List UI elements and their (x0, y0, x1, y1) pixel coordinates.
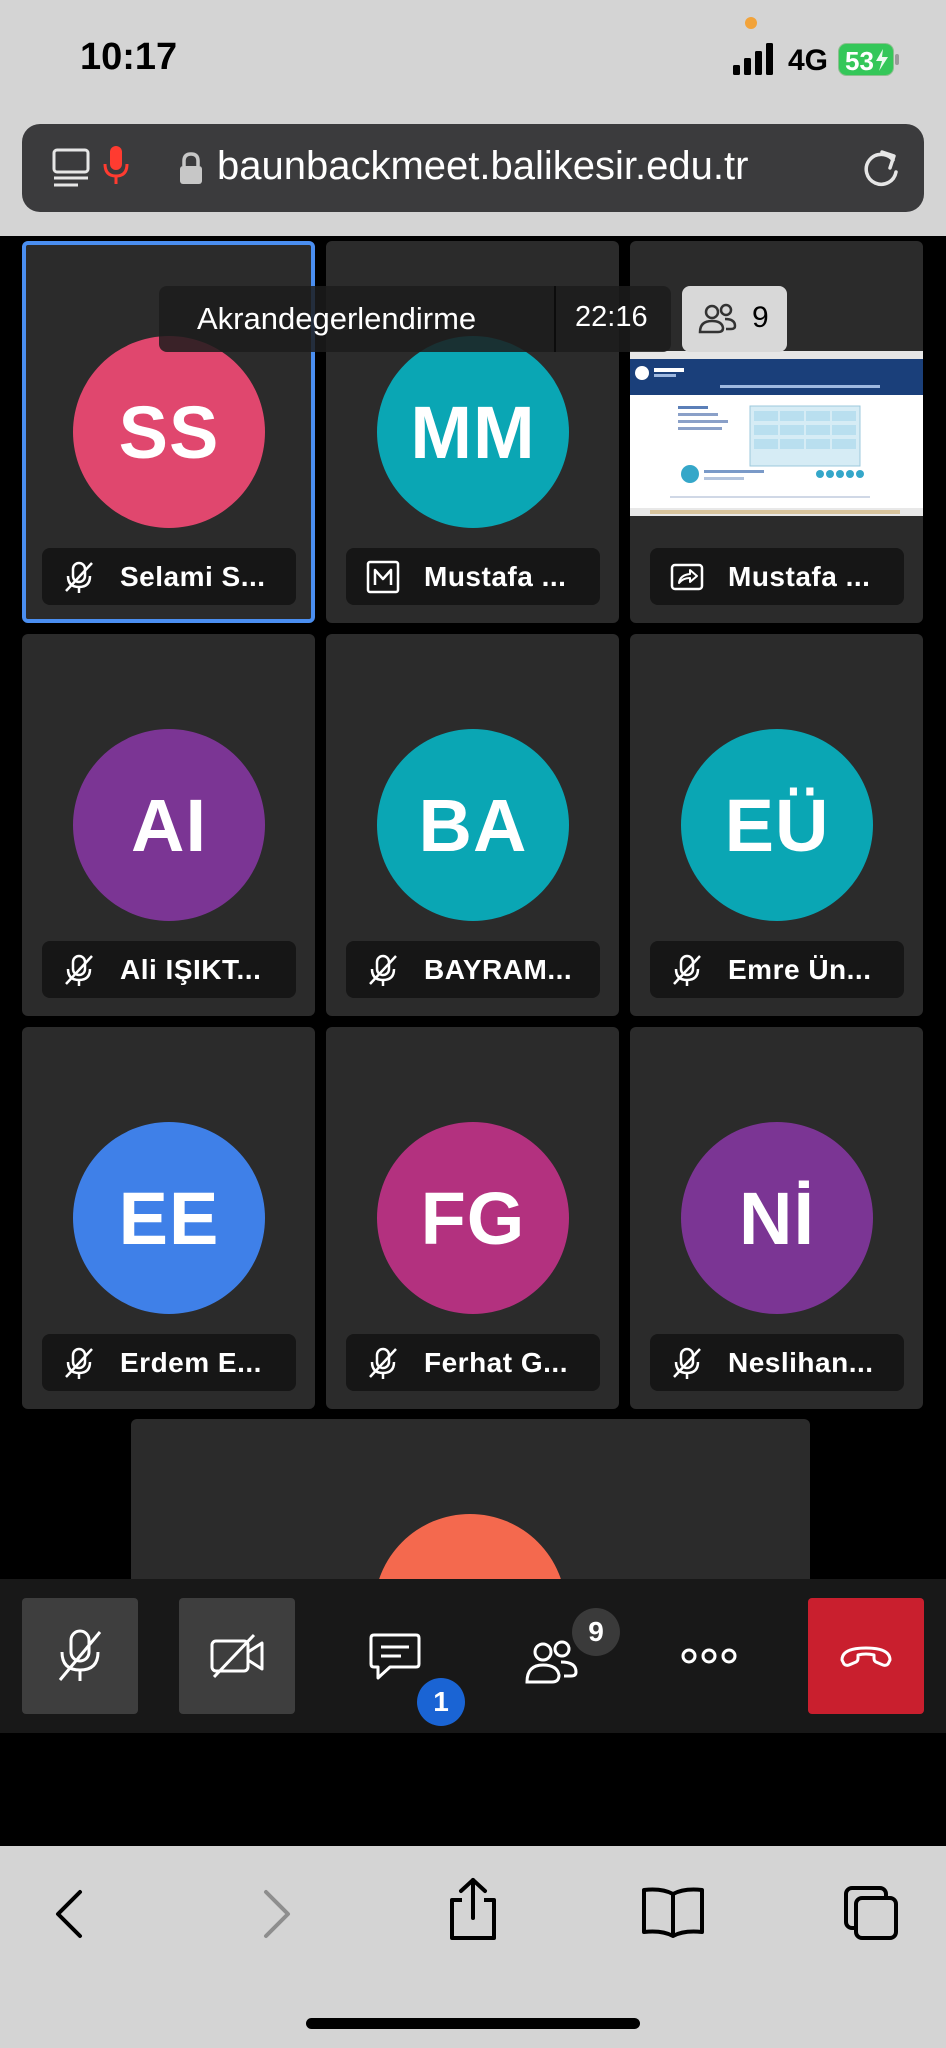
participant-name: Erdem E... (120, 1347, 262, 1378)
participants-icon (698, 303, 737, 334)
home-indicator (306, 2018, 640, 2029)
participant-name-bar: Selami S... (42, 548, 296, 605)
url-text[interactable]: baunbackmeet.balikesir.edu.tr (217, 144, 748, 189)
participant-name: Emre Ün... (728, 954, 872, 985)
avatar: EÜ (681, 729, 873, 921)
participant-count: 9 (752, 301, 769, 334)
participant-tile[interactable]: FG Ferhat G... (326, 1027, 619, 1409)
mic-muted-icon (65, 561, 93, 593)
meeting-toolbar: 1 9 (0, 1579, 946, 1733)
mute-button[interactable] (22, 1598, 138, 1714)
mic-muted-icon (673, 1347, 701, 1379)
avatar (374, 1514, 566, 1580)
participant-name-bar: Mustafa ... (346, 548, 600, 605)
participant-tile[interactable]: EE Erdem E... (22, 1027, 315, 1409)
meeting-timer: 22:16 (575, 301, 648, 333)
participant-grid: SS Selami S... MM Mustafa ... Mustafa ..… (0, 236, 946, 1580)
leave-call-button[interactable] (808, 1598, 924, 1714)
avatar: MM (377, 336, 569, 528)
avatar: BA (377, 729, 569, 921)
camera-off-icon (210, 1633, 264, 1679)
participant-name-bar: Ferhat G... (346, 1334, 600, 1391)
meeting-info-bar: Akrandegerlendirme 22:16 (159, 286, 671, 352)
participant-tile[interactable] (131, 1419, 810, 1580)
forward-icon[interactable] (258, 1886, 294, 1942)
reader-icon[interactable] (52, 148, 90, 188)
people-count-badge: 9 (572, 1608, 620, 1656)
network-type: 4G (788, 44, 829, 77)
status-time: 10:17 (80, 36, 178, 78)
participant-count-pill[interactable]: 9 (682, 286, 787, 352)
participant-name: Mustafa ... (424, 561, 567, 592)
chat-button[interactable]: 1 (337, 1598, 465, 1726)
microphone-recording-icon (103, 146, 129, 184)
participant-tile[interactable]: Nİ Neslihan... (630, 1027, 923, 1409)
participant-name: Ferhat G... (424, 1347, 568, 1378)
mic-muted-icon (673, 954, 701, 986)
browser-toolbar (0, 1846, 946, 2048)
meeting-title: Akrandegerlendirme (197, 301, 477, 336)
bookmarks-icon[interactable] (640, 1886, 706, 1938)
lock-icon (180, 152, 202, 184)
mic-muted-icon (369, 954, 397, 986)
divider (554, 286, 556, 352)
mic-muted-icon (369, 1347, 397, 1379)
mic-muted-icon (58, 1629, 102, 1681)
participant-tile[interactable]: AI Ali IŞIKT... (22, 634, 315, 1016)
avatar: FG (377, 1122, 569, 1314)
chat-unread-badge: 1 (417, 1678, 465, 1726)
participant-tile[interactable]: EÜ Emre Ün... (630, 634, 923, 1016)
share-icon[interactable] (446, 1876, 500, 1942)
avatar: EE (73, 1122, 265, 1314)
page-background (0, 1733, 946, 1846)
avatar: Nİ (681, 1122, 873, 1314)
participants-icon (525, 1640, 578, 1684)
screen-share-preview (630, 351, 923, 516)
privacy-indicator-dot (745, 17, 757, 29)
leave-call-icon (840, 1646, 892, 1667)
participant-tile[interactable]: BA BAYRAM... (326, 634, 619, 1016)
chat-icon (369, 1633, 421, 1680)
participant-name-bar: Emre Ün... (650, 941, 904, 998)
participant-name: Mustafa ... (728, 561, 871, 592)
participant-name: Neslihan... (728, 1347, 874, 1378)
battery-icon: 53 (838, 43, 900, 76)
screen-share-icon (670, 563, 704, 591)
more-icon (681, 1648, 737, 1664)
avatar: SS (73, 336, 265, 528)
mic-muted-icon (65, 954, 93, 986)
participant-name-bar: BAYRAM... (346, 941, 600, 998)
tabs-icon[interactable] (842, 1884, 900, 1942)
status-bar: 10:17 4G 53 (0, 0, 946, 108)
battery-percent: 53 (845, 46, 874, 76)
more-button[interactable] (651, 1598, 767, 1714)
camera-button[interactable] (179, 1598, 295, 1714)
reload-icon[interactable] (860, 146, 902, 190)
participant-name-bar: Erdem E... (42, 1334, 296, 1391)
participants-button[interactable]: 9 (494, 1598, 620, 1714)
address-bar[interactable]: baunbackmeet.balikesir.edu.tr (22, 124, 924, 212)
participant-name: BAYRAM... (424, 954, 573, 985)
mic-muted-icon (65, 1347, 93, 1379)
participant-name-bar: Neslihan... (650, 1334, 904, 1391)
browser-address-area: baunbackmeet.balikesir.edu.tr (0, 108, 946, 236)
moderator-m-icon (366, 560, 400, 594)
participant-name-bar: Ali IŞIKT... (42, 941, 296, 998)
avatar: AI (73, 729, 265, 921)
back-icon[interactable] (52, 1886, 88, 1942)
participant-name: Selami S... (120, 561, 266, 592)
participant-name-bar: Mustafa ... (650, 548, 904, 605)
cellular-signal-icon (733, 43, 773, 75)
participant-name: Ali IŞIKT... (120, 954, 262, 985)
